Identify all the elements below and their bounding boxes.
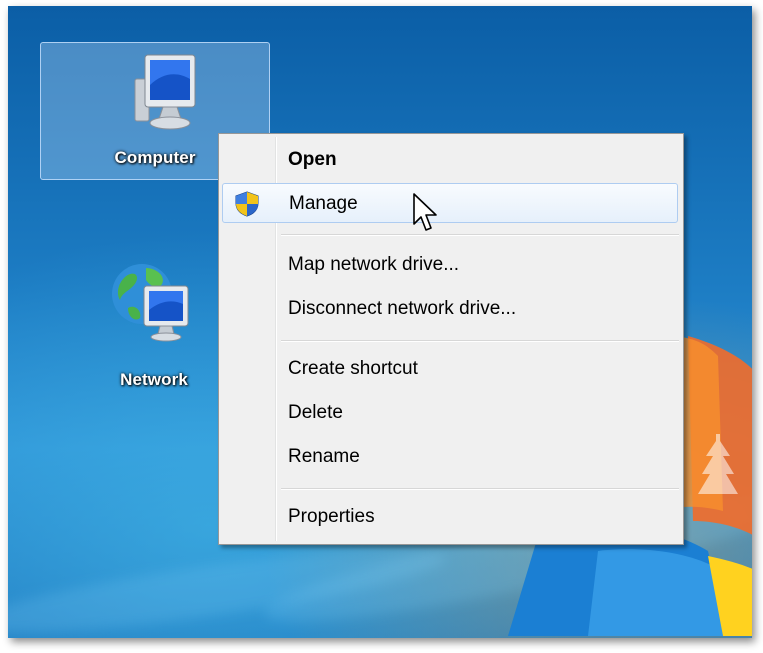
- menu-separator: [281, 340, 679, 342]
- menu-item-properties[interactable]: Properties: [222, 497, 678, 537]
- menu-item-label: Map network drive...: [288, 254, 460, 275]
- context-menu: Open Manage Map network drive... Disconn…: [218, 133, 684, 545]
- computer-icon: [134, 54, 196, 130]
- menu-item-create-shortcut[interactable]: Create shortcut: [222, 349, 678, 389]
- menu-item-label: Rename: [288, 446, 360, 467]
- menu-item-label: Delete: [288, 402, 343, 423]
- menu-item-delete[interactable]: Delete: [222, 393, 678, 433]
- menu-item-map-network-drive[interactable]: Map network drive...: [222, 245, 678, 285]
- desktop-icon-network[interactable]: Network: [96, 256, 212, 396]
- menu-item-label: Create shortcut: [288, 358, 418, 379]
- desktop-icon-label: Network: [120, 370, 188, 389]
- network-icon: [112, 264, 189, 342]
- menu-item-label: Disconnect network drive...: [288, 298, 517, 319]
- menu-item-label: Properties: [288, 506, 375, 527]
- menu-item-disconnect-network-drive[interactable]: Disconnect network drive...: [222, 289, 678, 329]
- menu-item-manage[interactable]: Manage: [222, 183, 678, 223]
- menu-separator: [281, 234, 679, 236]
- mouse-cursor-icon: [413, 193, 437, 231]
- menu-item-rename[interactable]: Rename: [222, 437, 678, 477]
- menu-item-label: Manage: [289, 193, 358, 214]
- menu-item-open[interactable]: Open: [222, 140, 678, 180]
- uac-shield-icon: [235, 191, 259, 217]
- menu-item-label: Open: [288, 149, 337, 170]
- menu-separator: [281, 488, 679, 490]
